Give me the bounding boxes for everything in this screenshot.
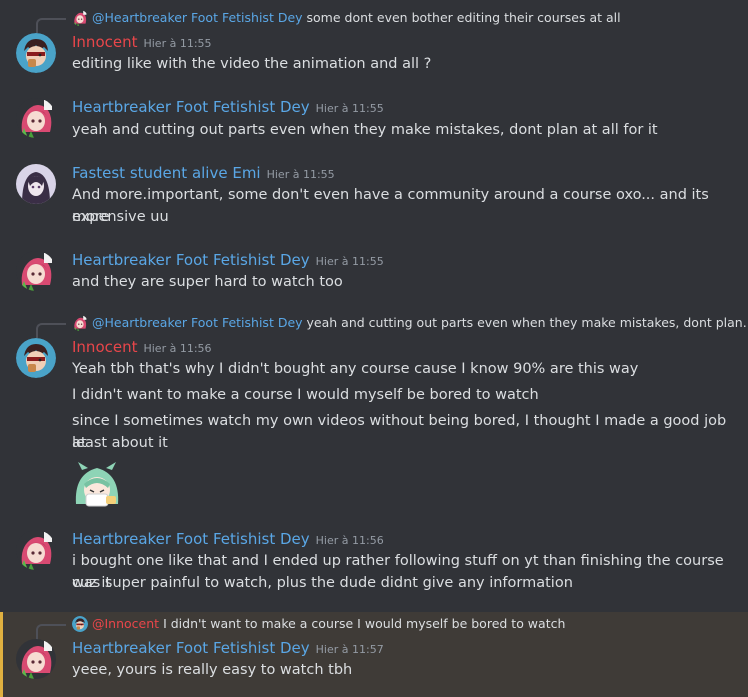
reply-text: I didn't want to make a course I would m… — [163, 616, 566, 631]
message-text: was super painful to watch, plus the dud… — [72, 575, 573, 591]
message-group: Heartbreaker Foot Fetishist Dey Hier à 11… — [0, 90, 748, 155]
dey-avatar-icon — [72, 315, 88, 331]
dey-avatar-icon[interactable] — [16, 639, 56, 679]
timestamp: Hier à 11:55 — [315, 102, 384, 115]
reply-mention[interactable]: @Innocent — [92, 616, 159, 631]
reply-spine — [36, 18, 66, 34]
innocent-avatar-icon[interactable] — [16, 338, 56, 378]
author-name[interactable]: Heartbreaker Foot Fetishist Dey — [72, 251, 310, 269]
innocent-avatar-icon — [72, 616, 88, 632]
message-text: and they are super hard to watch too — [72, 274, 343, 290]
message-group: Fastest student alive Emi Hier à 11:55 An… — [0, 155, 748, 243]
message-text: yeee, yours is really easy to watch tbh — [72, 662, 353, 678]
message-text: yeah and cutting out parts even when the… — [72, 122, 658, 138]
message-group-highlighted: @Innocent I didn't want to make a course… — [0, 612, 748, 697]
reply-spine — [36, 323, 66, 339]
author-name[interactable]: Innocent — [72, 33, 137, 51]
timestamp: Hier à 11:56 — [315, 534, 384, 547]
dey-avatar-icon — [72, 10, 88, 26]
message-group: Heartbreaker Foot Fetishist Dey Hier à 11… — [0, 243, 748, 309]
message-text: I didn't want to make a course I would m… — [72, 387, 539, 403]
message-text: Yeah tbh that's why I didn't bought any … — [72, 361, 639, 377]
author-name[interactable]: Heartbreaker Foot Fetishist Dey — [72, 530, 310, 548]
message-group: @Heartbreaker Foot Fetishist Dey yeah an… — [0, 309, 748, 521]
reply-text: yeah and cutting out parts even when the… — [306, 315, 748, 330]
author-name[interactable]: Fastest student alive Emi — [72, 164, 261, 182]
author-name[interactable]: Heartbreaker Foot Fetishist Dey — [72, 98, 310, 116]
anime-girl-sticker-icon[interactable] — [72, 460, 122, 510]
timestamp: Hier à 11:57 — [315, 643, 384, 656]
reply-text: some dont even bother editing their cour… — [306, 10, 621, 25]
emi-avatar-icon[interactable] — [16, 164, 56, 204]
innocent-avatar-icon[interactable] — [16, 33, 56, 73]
dey-avatar-icon[interactable] — [16, 251, 56, 291]
author-name[interactable]: Innocent — [72, 338, 137, 356]
message-text: expensive uu — [72, 209, 169, 225]
timestamp: Hier à 11:55 — [315, 255, 384, 268]
reply-mention[interactable]: @Heartbreaker Foot Fetishist Dey — [92, 10, 303, 25]
timestamp: Hier à 11:56 — [143, 342, 212, 355]
dey-avatar-icon[interactable] — [16, 530, 56, 570]
timestamp: Hier à 11:55 — [266, 168, 335, 181]
message-text: editing like with the video the animatio… — [72, 56, 432, 72]
reply-spine — [36, 624, 66, 640]
timestamp: Hier à 11:55 — [143, 37, 212, 50]
dey-avatar-icon[interactable] — [16, 98, 56, 138]
author-name[interactable]: Heartbreaker Foot Fetishist Dey — [72, 639, 310, 657]
message-group: Heartbreaker Foot Fetishist Dey Hier à 11… — [0, 521, 748, 611]
message-group: @Heartbreaker Foot Fetishist Dey some do… — [0, 0, 748, 90]
message-text: least about it — [72, 435, 168, 451]
reply-mention[interactable]: @Heartbreaker Foot Fetishist Dey — [92, 315, 303, 330]
